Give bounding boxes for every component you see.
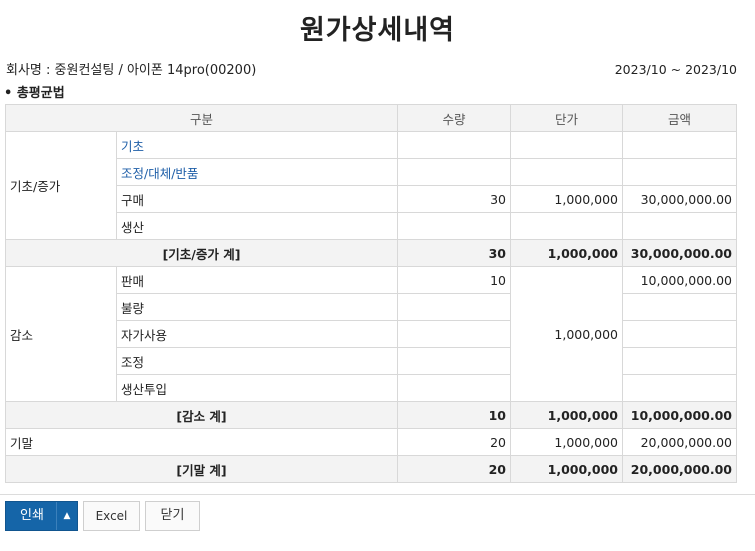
ending-total-label: [기말 계]: [4, 455, 399, 483]
row-label: 구매: [115, 185, 399, 213]
subtotal-row-decrease: [감소 계] 10 1,000,000 10,000,000.00: [4, 401, 738, 429]
ending-total-price: 1,000,000: [510, 455, 624, 483]
amount-cell: [622, 131, 738, 159]
table-row: 기초/증가 기초: [5, 131, 738, 240]
header-unit-price: 단가: [510, 104, 624, 132]
row-label: 판매: [115, 266, 399, 294]
subtotal-amount: 30,000,000.00: [622, 239, 738, 267]
ending-price: 1,000,000: [510, 428, 624, 456]
amount-cell: [622, 212, 738, 240]
page-title: 원가상세내역: [299, 15, 456, 46]
row-label: 조정: [115, 347, 399, 375]
row-label: 생산투입: [115, 374, 399, 402]
ending-qty: 20: [397, 428, 512, 456]
amount-cell: [622, 158, 738, 186]
ending-total-row: [기말 계] 20 1,000,000 20,000,000.00: [4, 455, 738, 483]
group-label-increase: 기초/증가: [5, 131, 117, 240]
footer-divider: [0, 494, 755, 495]
close-button[interactable]: 닫기: [145, 501, 200, 531]
qty-cell: [397, 374, 512, 402]
subtotal-price: 1,000,000: [510, 401, 624, 429]
amount-cell: [622, 320, 738, 348]
company-info: 회사명 : 중원컨설팅 / 아이폰 14pro(00200): [6, 63, 257, 78]
ending-label: 기말: [4, 428, 399, 456]
qty-cell: 10: [397, 266, 512, 294]
subtotal-qty: 10: [397, 401, 512, 429]
price-cell: 1,000,000: [510, 185, 624, 213]
subtotal-label: [감소 계]: [4, 401, 399, 429]
period-range: 2023/10 ~ 2023/10: [614, 62, 737, 77]
price-cell: [510, 158, 624, 186]
row-label-link[interactable]: 조정/대체/반품: [115, 158, 399, 186]
price-cell: [510, 212, 624, 240]
subtotal-row-increase: [기초/증가 계] 30 1,000,000 30,000,000.00: [4, 239, 738, 267]
header-amount: 금액: [622, 104, 738, 132]
ending-total-qty: 20: [397, 455, 512, 483]
row-label: 불량: [115, 293, 399, 321]
valuation-method: • 총평균법: [4, 86, 65, 101]
subtotal-price: 1,000,000: [510, 239, 624, 267]
header-qty: 수량: [397, 104, 512, 132]
ending-row: 기말 20 1,000,000 20,000,000.00: [4, 428, 738, 456]
print-button-label: 인쇄: [20, 508, 44, 523]
amount-cell: 10,000,000.00: [622, 266, 738, 294]
amount-cell: 30,000,000.00: [622, 185, 738, 213]
qty-cell: 30: [397, 185, 512, 213]
subtotal-qty: 30: [397, 239, 512, 267]
cost-detail-table: 구분 수량 단가 금액 기초/증가 기초 조정/대체/반품 구매 30 1,00…: [4, 104, 738, 483]
qty-cell: [397, 158, 512, 186]
qty-cell: [397, 212, 512, 240]
row-label: 생산: [115, 212, 399, 240]
decrease-price-cell: 1,000,000: [510, 266, 624, 402]
print-menu-icon[interactable]: ▲: [56, 502, 77, 530]
amount-cell: [622, 293, 738, 321]
ending-amount: 20,000,000.00: [622, 428, 738, 456]
amount-cell: [622, 347, 738, 375]
group-label-decrease: 감소: [5, 266, 117, 402]
qty-cell: [397, 347, 512, 375]
excel-button[interactable]: Excel: [83, 501, 140, 531]
qty-cell: [397, 131, 512, 159]
header-category: 구분: [4, 104, 399, 132]
table-row: 감소 판매 10 1,000,000 10,000,000.00: [5, 266, 738, 402]
row-label: 자가사용: [115, 320, 399, 348]
row-label-link[interactable]: 기초: [115, 131, 399, 159]
ending-total-amount: 20,000,000.00: [622, 455, 738, 483]
qty-cell: [397, 320, 512, 348]
amount-cell: [622, 374, 738, 402]
qty-cell: [397, 293, 512, 321]
subtotal-label: [기초/증가 계]: [4, 239, 399, 267]
print-button[interactable]: 인쇄 ▲: [5, 501, 78, 531]
price-cell: [510, 131, 624, 159]
subtotal-amount: 10,000,000.00: [622, 401, 738, 429]
table-header-row: 구분 수량 단가 금액: [4, 104, 738, 132]
